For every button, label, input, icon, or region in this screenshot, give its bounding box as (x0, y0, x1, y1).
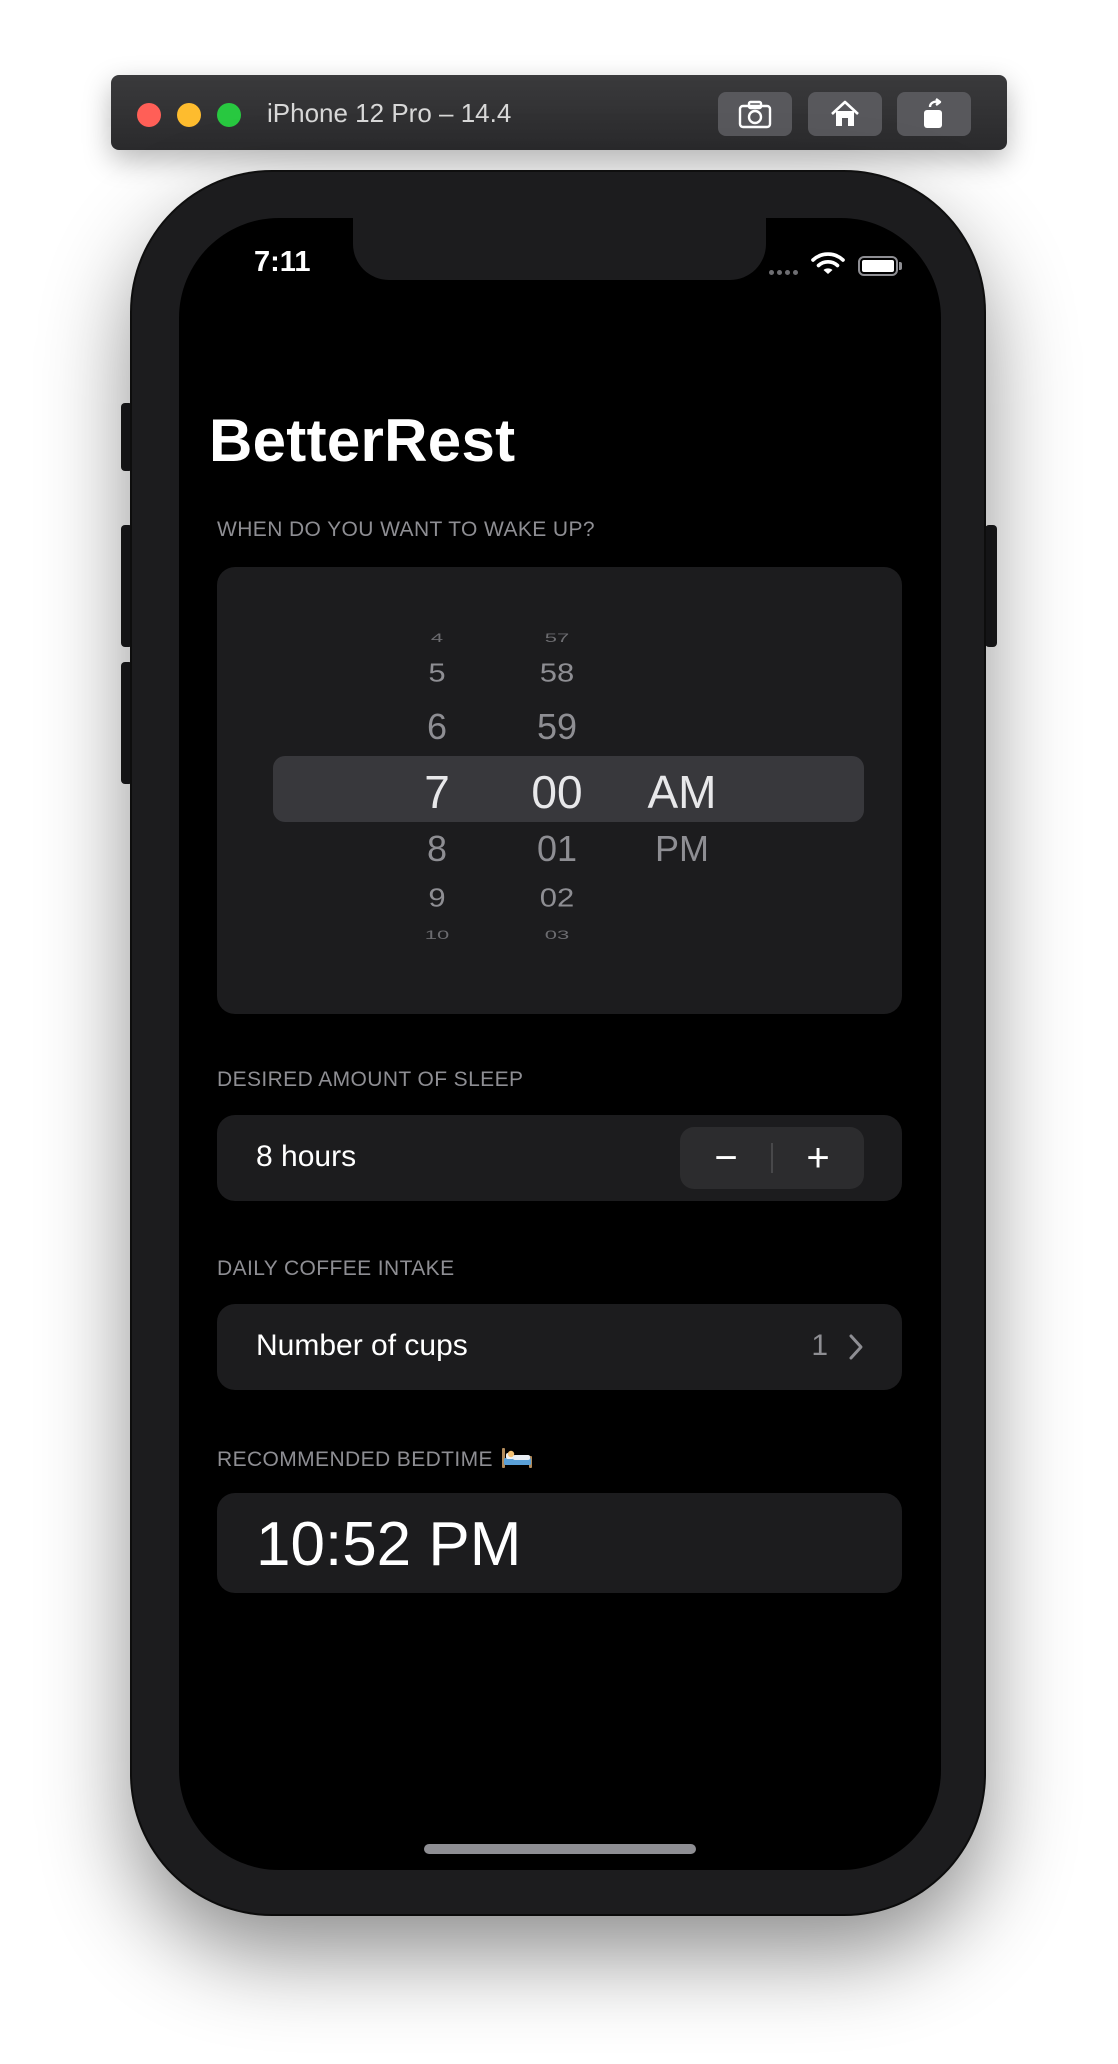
hour-option[interactable]: 10 (387, 928, 487, 942)
battery-icon (858, 256, 898, 276)
sleep-stepper[interactable]: − + (680, 1127, 864, 1189)
power-button (985, 525, 997, 647)
period-wheel[interactable]: AM PM (622, 567, 742, 1014)
home-indicator[interactable] (424, 1844, 696, 1854)
wake-up-time-picker[interactable]: 4 5 6 7 8 9 10 57 58 59 00 01 02 03 AM P… (217, 567, 902, 1014)
minute-option[interactable]: 01 (507, 828, 607, 870)
increment-button[interactable]: + (772, 1127, 864, 1189)
coffee-cups-row[interactable]: Number of cups 1 (217, 1304, 902, 1390)
bedtime-header-label: RECOMMENDED BEDTIME (217, 1448, 493, 1471)
hour-option[interactable]: 5 (387, 658, 487, 689)
hour-option[interactable]: 8 (387, 828, 487, 870)
bed-icon (501, 1448, 532, 1468)
bedtime-header: RECOMMENDED BEDTIME (217, 1446, 533, 1472)
coffee-cups-label: Number of cups (256, 1329, 468, 1362)
status-time: 7:11 (254, 246, 311, 278)
wifi-icon (811, 252, 845, 274)
hour-option-selected[interactable]: 7 (387, 765, 487, 819)
home-button[interactable] (808, 92, 882, 136)
rotate-icon (924, 98, 942, 128)
minute-wheel[interactable]: 57 58 59 00 01 02 03 (507, 567, 607, 1014)
minute-option-selected[interactable]: 00 (507, 765, 607, 819)
cellular-icon (769, 270, 798, 275)
screenshot-button[interactable] (718, 92, 792, 136)
hour-option[interactable]: 9 (387, 883, 487, 914)
coffee-header: DAILY COFFEE INTAKE (217, 1257, 455, 1280)
device-screen: 7:11 BetterRest WHEN DO YOU WANT TO WAKE… (179, 218, 941, 1870)
period-option[interactable]: PM (622, 828, 742, 870)
minimize-window-button[interactable] (177, 103, 201, 127)
simulator-titlebar: iPhone 12 Pro – 14.4 (111, 75, 1007, 150)
minute-option[interactable]: 02 (507, 883, 607, 914)
sleep-amount-label: 8 hours (256, 1140, 357, 1173)
period-option-selected[interactable]: AM (622, 765, 742, 819)
minute-option[interactable]: 59 (507, 706, 607, 748)
simulator-title: iPhone 12 Pro – 14.4 (267, 98, 512, 128)
rotate-button[interactable] (897, 92, 971, 136)
hour-option[interactable]: 4 (387, 631, 487, 645)
zoom-window-button[interactable] (217, 103, 241, 127)
sleep-amount-row: 8 hours − + (217, 1115, 902, 1201)
minute-option[interactable]: 58 (507, 658, 607, 689)
bedtime-value: 10:52 PM (256, 1510, 522, 1579)
page-title: BetterRest (209, 407, 516, 474)
hour-option[interactable]: 6 (387, 706, 487, 748)
close-window-button[interactable] (137, 103, 161, 127)
minute-option[interactable]: 57 (507, 631, 607, 645)
notch (353, 218, 766, 280)
sleep-header: DESIRED AMOUNT OF SLEEP (217, 1068, 524, 1091)
minute-option[interactable]: 03 (507, 928, 607, 942)
home-icon (831, 100, 859, 126)
wake-up-header: WHEN DO YOU WANT TO WAKE UP? (217, 518, 595, 541)
coffee-cups-value: 1 (811, 1329, 828, 1362)
camera-icon (738, 100, 772, 129)
decrement-button[interactable]: − (680, 1127, 772, 1189)
chevron-right-icon (849, 1334, 863, 1360)
hour-wheel[interactable]: 4 5 6 7 8 9 10 (387, 567, 487, 1014)
bedtime-result: 10:52 PM (217, 1493, 902, 1593)
